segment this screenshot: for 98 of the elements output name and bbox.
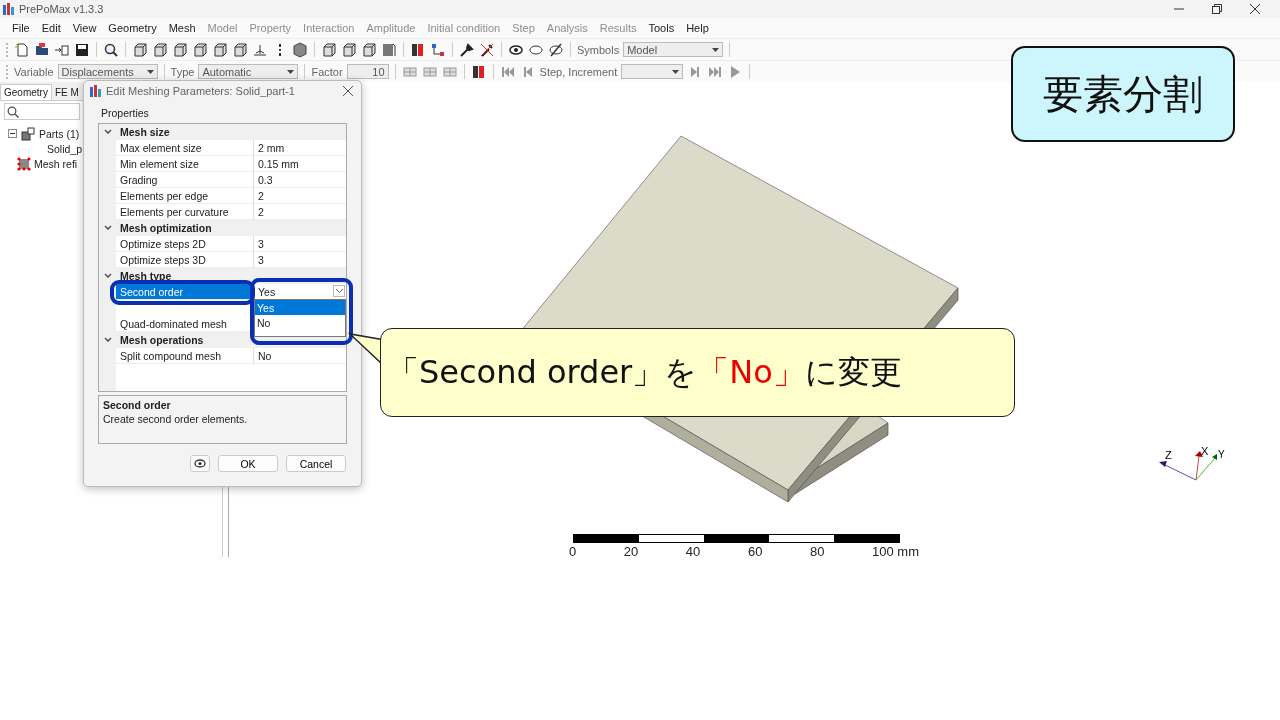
caret-icon	[146, 69, 154, 74]
collapse-icon[interactable]	[103, 225, 112, 231]
menu-item[interactable]: Mesh	[162, 22, 202, 34]
cube-icon[interactable]	[212, 41, 228, 58]
scale-label: 20	[623, 544, 639, 559]
category-header: Mesh operations	[119, 334, 204, 346]
parts-icon	[20, 126, 36, 141]
dropdown-option[interactable]: No	[255, 315, 345, 330]
close-icon[interactable]	[343, 86, 353, 96]
collapse-icon[interactable]	[103, 129, 112, 135]
description-text: Create second order elements.	[103, 413, 248, 425]
save-icon[interactable]	[74, 41, 90, 58]
property-value: 2 mm	[258, 141, 285, 154]
menu-item[interactable]: File	[6, 22, 36, 34]
preview-button[interactable]	[190, 455, 210, 472]
restore-icon[interactable]	[1212, 4, 1222, 14]
dialog-button[interactable]: Cancel	[286, 455, 346, 472]
pick-off-icon[interactable]	[479, 41, 495, 58]
menu-item[interactable]: Edit	[35, 22, 67, 34]
app-icon	[89, 84, 103, 98]
menu-item[interactable]: Tools	[642, 22, 681, 34]
menu-item[interactable]: Help	[680, 22, 715, 34]
cube-icon[interactable]	[321, 41, 337, 58]
collapse-icon[interactable]	[103, 273, 112, 279]
tree-item[interactable]: Solid_p	[47, 142, 83, 155]
caret-icon	[335, 289, 343, 293]
property-value: 0.3	[258, 173, 273, 186]
category-header: Mesh size	[119, 126, 170, 138]
pick-icon[interactable]	[459, 41, 475, 58]
scale-label: 60	[747, 544, 763, 559]
cube-icon[interactable]	[341, 41, 357, 58]
new-file-icon[interactable]	[14, 41, 30, 58]
property-value: 0.15 mm	[258, 157, 299, 170]
property-value: 3	[258, 253, 264, 266]
property-name[interactable]: Split compound mesh	[116, 348, 254, 364]
window-title: PrePoMax v1.3.3	[19, 3, 104, 15]
variable-label: Variable	[14, 65, 54, 78]
property-name[interactable]: Max element size	[116, 140, 254, 156]
search-field[interactable]	[4, 103, 80, 120]
property-name[interactable]: Min element size	[116, 156, 254, 172]
cube-icon[interactable]	[192, 41, 208, 58]
scale-label: 40	[685, 544, 701, 559]
axis-label: Z	[1165, 449, 1172, 461]
property-name[interactable]: Elements per edge	[116, 188, 254, 204]
property-value: No	[258, 349, 272, 362]
property-name[interactable]: Grading	[116, 172, 254, 188]
menu-item[interactable]: View	[66, 22, 103, 34]
cube-icon[interactable]	[152, 41, 168, 58]
dialog-button[interactable]: OK	[218, 455, 278, 472]
variable-dropdown[interactable]: Displacements	[57, 64, 158, 79]
collapse-icon[interactable]	[103, 337, 112, 343]
dropdown-button[interactable]	[333, 285, 345, 297]
menu-item[interactable]: Geometry	[102, 22, 163, 34]
axis-label: X	[1201, 446, 1209, 457]
callout-text: 「Second order」を「No」に変更	[380, 328, 1015, 417]
cube-icon[interactable]	[361, 41, 377, 58]
symbols-label: Symbols	[577, 43, 620, 56]
property-name[interactable]: Optimize steps 2D	[116, 236, 254, 252]
caret-icon	[672, 69, 680, 74]
open-icon[interactable]	[34, 41, 50, 58]
caret-icon	[712, 47, 720, 52]
mesh-icon	[17, 156, 31, 171]
symbols-dropdown[interactable]: Model	[623, 42, 724, 57]
tree-item[interactable]: Mesh refi	[34, 157, 78, 170]
factor-field[interactable]: 10	[346, 64, 389, 79]
caret-icon	[287, 69, 295, 74]
app-icon	[2, 2, 16, 16]
type-label: Type	[170, 65, 195, 78]
zoom-icon[interactable]	[103, 41, 119, 58]
network-icon[interactable]	[430, 41, 446, 58]
axis-label: Y	[1218, 449, 1225, 460]
property-value: 3	[258, 237, 264, 250]
property-value: 2	[258, 205, 264, 218]
eye-off-icon[interactable]	[548, 41, 564, 58]
description-title: Second order	[103, 399, 172, 411]
step-increment-label: Step, Increment	[539, 65, 618, 78]
scale-label: 80	[809, 544, 825, 559]
scale-label: 100 mm	[872, 544, 919, 559]
type-dropdown[interactable]: Automatic	[198, 64, 299, 79]
group-label: Properties	[101, 107, 150, 119]
dialog-title: Edit Meshing Parameters: Solid_part-1	[106, 85, 295, 97]
panel-tab[interactable]: Geometry	[0, 84, 52, 100]
dropdown-option[interactable]: Yes	[255, 300, 345, 315]
cube-icon[interactable]	[172, 41, 188, 58]
property-value: 2	[258, 189, 264, 202]
property-value-dropdown[interactable]: Yes	[258, 285, 276, 298]
scale-label: 0	[569, 544, 577, 559]
cube-icon[interactable]	[132, 41, 148, 58]
solid-icon[interactable]	[292, 41, 308, 58]
search-icon	[7, 105, 19, 118]
collapse-icon[interactable]	[8, 129, 17, 138]
close-icon[interactable]	[1250, 4, 1260, 14]
cube-icon[interactable]	[232, 41, 248, 58]
slide-title: 要素分割	[1011, 46, 1235, 142]
eye-icon	[194, 459, 206, 468]
factor-label: Factor	[311, 65, 343, 78]
tree-item[interactable]: Parts (1)	[39, 127, 80, 140]
category-header: Mesh optimization	[119, 222, 212, 234]
